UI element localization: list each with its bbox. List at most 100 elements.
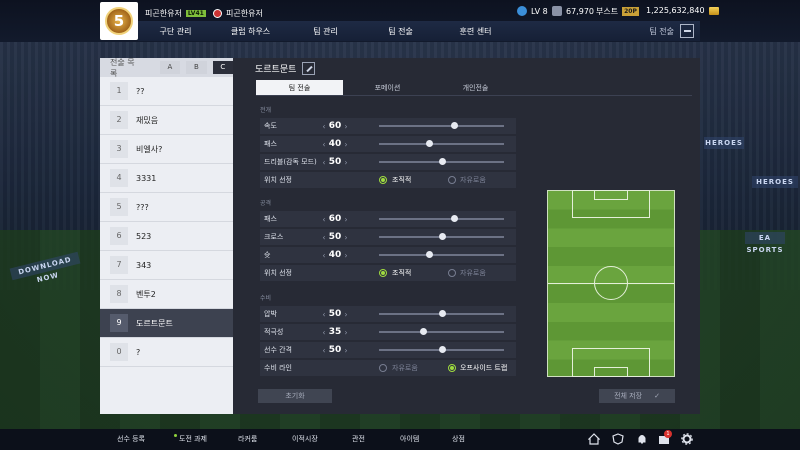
increase-arrow-icon[interactable]: › [342, 215, 350, 224]
bottom-locker-room[interactable]: 라커룸 [238, 434, 257, 444]
slider-knob[interactable] [426, 140, 433, 147]
pitch-diagram [547, 190, 675, 377]
slider-track[interactable] [379, 328, 504, 335]
slider-row: 압박 ‹ 50 › [260, 306, 516, 322]
decrease-arrow-icon[interactable]: ‹ [320, 233, 328, 242]
boost-display[interactable]: 부스트 20P [596, 6, 639, 17]
shield-badge-icon[interactable] [612, 433, 624, 445]
slider-track[interactable] [379, 158, 504, 165]
slider-track[interactable] [379, 251, 504, 258]
bottom-items[interactable]: 아이템 [400, 434, 419, 444]
tab-individual-tactics[interactable]: 개인전술 [432, 80, 519, 95]
nav-club-house[interactable]: 클럽 하우스 [213, 26, 288, 37]
slider-knob[interactable] [451, 122, 458, 129]
nav-training-center[interactable]: 훈련 센터 [438, 26, 513, 37]
radio-row: 위치 선정 조직적 자유로움 [260, 172, 516, 188]
home-icon[interactable] [588, 433, 600, 445]
tab-a[interactable]: A [159, 61, 181, 74]
exit-icon[interactable] [680, 24, 694, 38]
increase-arrow-icon[interactable]: › [342, 233, 350, 242]
nav-team-tactics[interactable]: 팀 전술 [363, 26, 438, 37]
tactic-slot[interactable]: 2 재밌음 [100, 106, 233, 135]
decrease-arrow-icon[interactable]: ‹ [320, 122, 328, 131]
slider-track[interactable] [379, 140, 504, 147]
slider-label: 선수 간격 [264, 346, 292, 354]
tactic-slot-selected[interactable]: 9 도르트문트 [100, 309, 233, 338]
radio-free[interactable] [379, 364, 387, 372]
club-logo[interactable]: 5 [100, 2, 138, 40]
increase-arrow-icon[interactable]: › [342, 310, 350, 319]
tactic-slot[interactable]: 6 523 [100, 222, 233, 251]
slider-knob[interactable] [438, 158, 446, 165]
slider-knob[interactable] [438, 233, 446, 240]
decrease-arrow-icon[interactable]: ‹ [320, 215, 328, 224]
slot-name: 3331 [136, 173, 157, 183]
tactics-list-panel: 전술 목록 A B C 1?? 2 재밌음 3 비엘사? 4 3331 5??? 65… [100, 58, 234, 414]
slider-track[interactable] [379, 122, 504, 129]
level-icon [517, 6, 527, 16]
decrease-arrow-icon[interactable]: ‹ [320, 328, 328, 337]
tab-team-tactics[interactable]: 팀 전술 [256, 80, 343, 95]
tactic-slot[interactable]: 3 비엘사? [100, 135, 233, 164]
slider-value: 40 [328, 139, 342, 149]
decrease-arrow-icon[interactable]: ‹ [320, 140, 328, 149]
nav-club-management[interactable]: 구단 관리 [138, 26, 213, 37]
boost-badge: 20P [622, 7, 639, 16]
tab-c[interactable]: C [212, 61, 234, 74]
slider-knob[interactable] [451, 215, 458, 222]
slot-name: ?? [136, 86, 145, 96]
slider-track[interactable] [379, 310, 504, 317]
tactic-slot[interactable]: 1?? [100, 77, 233, 106]
slot-number: 2 [110, 111, 128, 129]
slider-knob[interactable] [438, 346, 446, 353]
increase-arrow-icon[interactable]: › [342, 251, 350, 260]
decrease-arrow-icon[interactable]: ‹ [320, 346, 328, 355]
radio-free-label: 자유로움 [460, 269, 486, 277]
decrease-arrow-icon[interactable]: ‹ [320, 158, 328, 167]
slider-track[interactable] [379, 215, 504, 222]
top-goal-area [594, 190, 628, 200]
decrease-arrow-icon[interactable]: ‹ [320, 251, 328, 260]
gear-icon[interactable] [681, 433, 693, 445]
increase-arrow-icon[interactable]: › [342, 122, 350, 131]
radio-organized[interactable] [379, 269, 387, 277]
radio-offside-trap[interactable] [448, 364, 456, 372]
increase-arrow-icon[interactable]: › [342, 158, 350, 167]
decrease-arrow-icon[interactable]: ‹ [320, 310, 328, 319]
slider-track[interactable] [379, 346, 504, 353]
bottom-goal-area [594, 367, 628, 377]
bottom-player-register[interactable]: 선수 등록 [117, 434, 145, 444]
tactic-slot[interactable]: 4 3331 [100, 164, 233, 193]
section-title-defense: 수비 [260, 295, 272, 302]
bottom-challenges[interactable]: 도전 과제 [174, 434, 207, 444]
ad-board-ea: EA SPORTS [745, 232, 785, 254]
slider-knob[interactable] [419, 328, 427, 335]
bell-icon[interactable] [636, 433, 648, 445]
club-name: 피곤한유저 [226, 9, 263, 18]
shield-icon [552, 6, 562, 16]
reset-button[interactable]: 초기화 [258, 389, 332, 403]
tab-formation[interactable]: 포메이션 [344, 80, 431, 95]
edit-icon[interactable] [302, 62, 316, 75]
increase-arrow-icon[interactable]: › [342, 328, 350, 337]
slider-track[interactable] [379, 233, 504, 240]
nav-team-management[interactable]: 팀 관리 [288, 26, 363, 37]
tactic-slot[interactable]: 7 343 [100, 251, 233, 280]
tactic-slot[interactable]: 0? [100, 338, 233, 367]
tab-b[interactable]: B [186, 61, 207, 74]
increase-arrow-icon[interactable]: › [342, 346, 350, 355]
increase-arrow-icon[interactable]: › [342, 140, 350, 149]
bottom-spectate[interactable]: 관전 [352, 434, 365, 444]
radio-free[interactable] [448, 269, 456, 277]
tactic-slot[interactable]: 5??? [100, 193, 233, 222]
radio-organized[interactable] [379, 176, 387, 184]
slider-label: 크로스 [264, 233, 284, 241]
tactic-slot[interactable]: 8 벤투2 [100, 280, 233, 309]
save-all-button[interactable]: 전체 저장 ✓ [599, 389, 675, 403]
radio-free[interactable] [448, 176, 456, 184]
slider-knob[interactable] [426, 251, 433, 258]
bottom-transfer-market[interactable]: 이적시장 [292, 434, 318, 444]
slider-knob[interactable] [438, 310, 446, 317]
slider-label: 드리블(감독 모드) [264, 158, 317, 166]
bottom-shop[interactable]: 상점 [452, 434, 465, 444]
